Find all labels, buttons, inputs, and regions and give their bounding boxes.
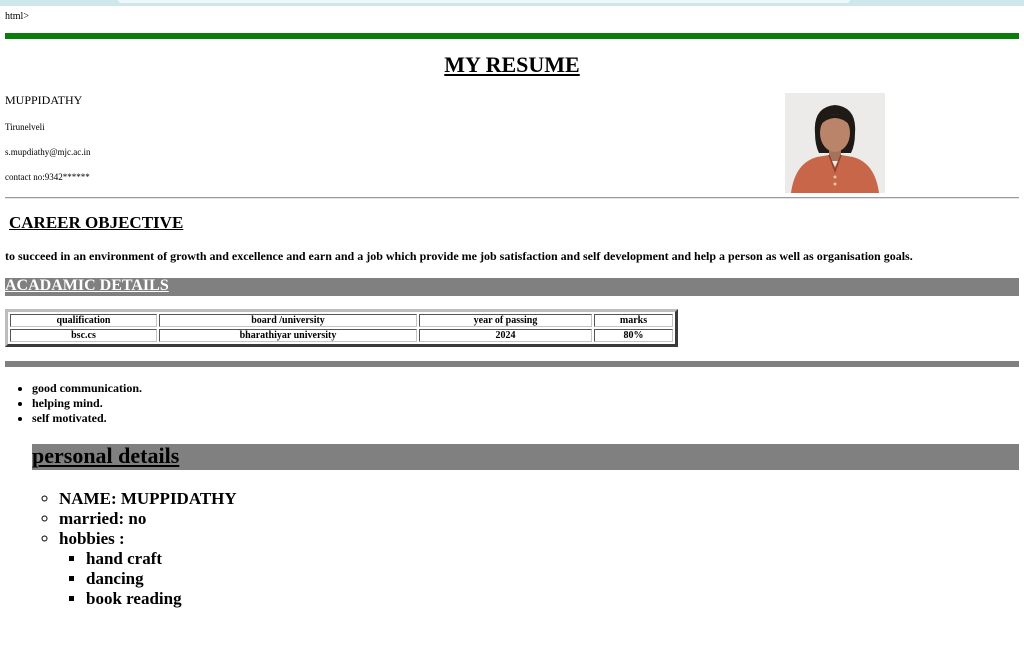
list-item: hand craft [86,549,237,569]
table-row: bsc.cs bharathiyar university 2024 80% [10,329,673,342]
list-item: helping mind. [32,396,142,411]
stray-text: html> [5,11,29,22]
browser-tab-highlight [118,0,850,3]
page-title: MY RESUME [444,52,580,77]
list-item: self motivated. [32,411,142,426]
cell-year: 2024 [419,329,592,342]
grey-divider [5,361,1019,367]
green-divider [5,33,1019,39]
header-marks: marks [594,314,673,327]
academic-heading: ACADAMIC DETAILS [5,277,169,294]
personal-details-list: NAME: MUPPIDATHY married: no hobbies : h… [0,489,237,609]
academic-table: qualification board /university year of … [5,309,678,347]
section-divider [5,197,1019,199]
list-item-married: married: no [59,509,237,529]
profile-photo [785,93,885,193]
applicant-email: s.mupdiathy@mjc.ac.in [5,147,91,157]
skills-list: good communication. helping mind. self m… [0,381,142,426]
header-year: year of passing [419,314,592,327]
header-board: board /university [159,314,417,327]
applicant-contact: contact no:9342****** [5,172,90,182]
list-item: good communication. [32,381,142,396]
personal-heading-band: personal details [32,443,1019,470]
browser-top-strip [0,0,1024,6]
personal-heading: personal details [32,443,180,468]
cell-marks: 80% [594,329,673,342]
table-header-row: qualification board /university year of … [10,314,673,327]
cell-board: bharathiyar university [159,329,417,342]
hobbies-label: hobbies : [59,529,125,548]
career-objective-heading: CAREER OBJECTIVE [9,213,184,232]
list-item-hobbies: hobbies : hand craft dancing book readin… [59,529,237,609]
applicant-name: MUPPIDATHY [5,93,83,107]
list-item: dancing [86,569,237,589]
career-objective-text: to succeed in an environment of growth a… [5,249,913,263]
applicant-city: Tirunelveli [5,122,45,132]
academic-heading-band: ACADAMIC DETAILS [5,277,1019,296]
cell-qualification: bsc.cs [10,329,157,342]
header-qualification: qualification [10,314,157,327]
list-item: book reading [86,589,237,609]
hobbies-list: hand craft dancing book reading [59,549,237,609]
list-item-name: NAME: MUPPIDATHY [59,489,237,509]
